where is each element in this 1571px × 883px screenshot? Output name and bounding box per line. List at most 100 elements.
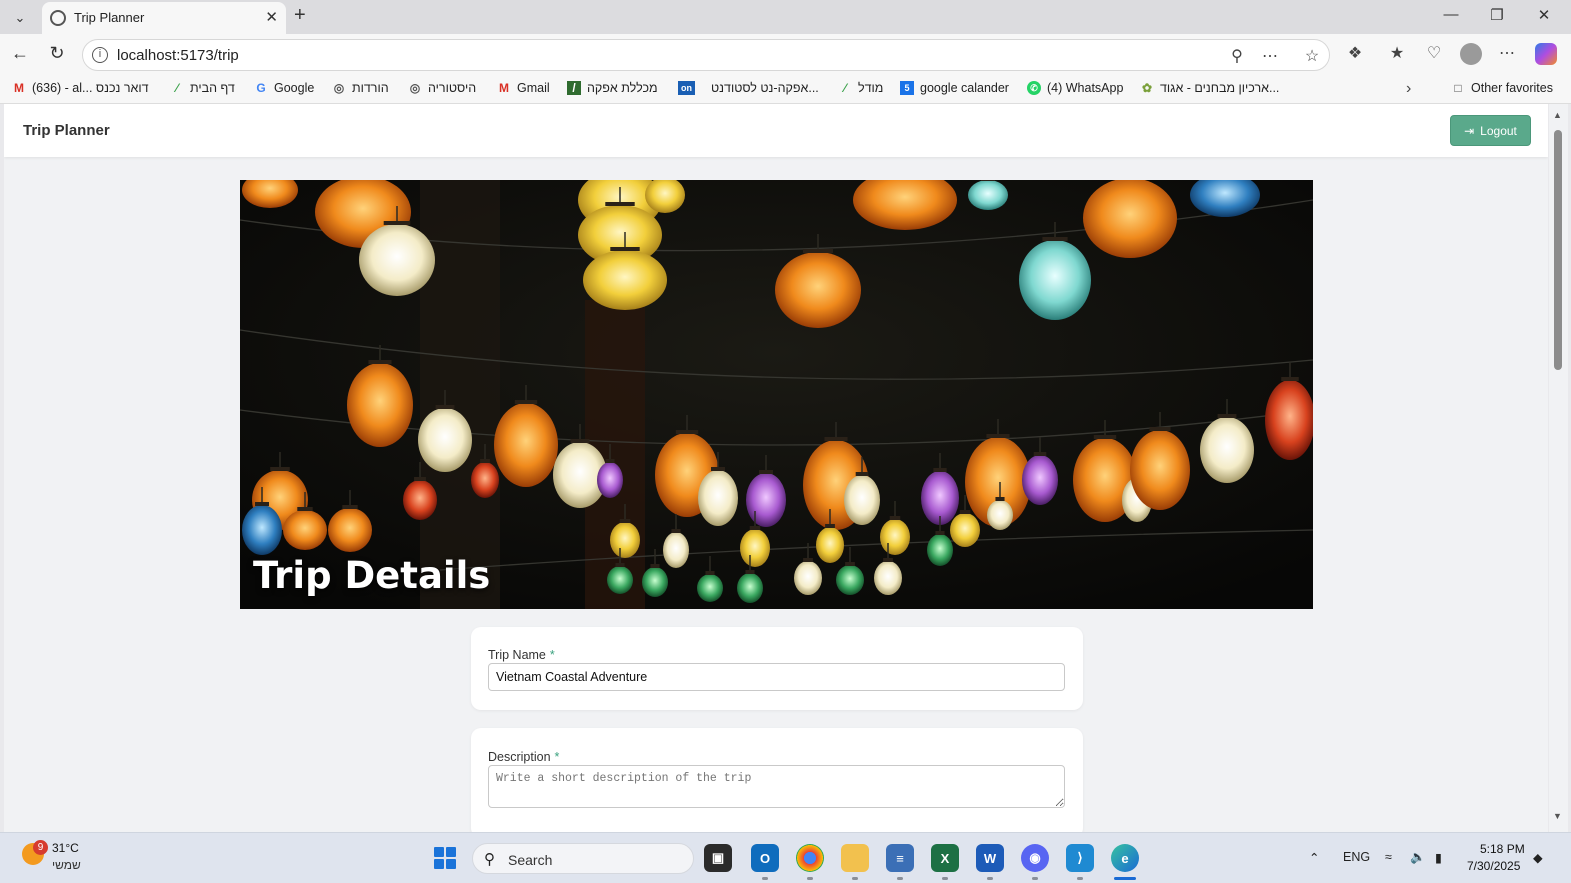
clock-time[interactable]: 5:18 PM xyxy=(1480,842,1525,856)
bookmark-item[interactable]: G Google xyxy=(254,81,314,95)
notepad-icon[interactable]: ≡ xyxy=(886,844,914,872)
notifications-bell-icon[interactable]: ◆ xyxy=(1533,850,1543,865)
lantern-cap xyxy=(845,562,855,566)
language-indicator[interactable]: ENG xyxy=(1343,850,1370,864)
reload-button[interactable]: ↻ xyxy=(44,43,70,64)
bookmarks-overflow-chevron-icon[interactable]: › xyxy=(1406,80,1411,98)
scroll-down-icon[interactable]: ▼ xyxy=(1553,811,1562,821)
site-info-icon[interactable]: i xyxy=(92,47,108,63)
lantern-shape xyxy=(471,462,499,498)
lantern-cap xyxy=(610,247,640,251)
bookmark-item[interactable]: ⁄ דף הבית xyxy=(170,81,235,95)
lantern-cap xyxy=(745,570,755,574)
weather-description[interactable]: שמשי xyxy=(52,858,81,872)
bookmark-item[interactable]: ◎ הורדות xyxy=(332,81,389,95)
bookmark-label: מודל xyxy=(858,81,884,95)
settings-more-icon[interactable]: ⋯ xyxy=(1495,43,1519,63)
lantern-cap xyxy=(824,437,848,441)
lantern-shape xyxy=(816,527,844,563)
bookmark-item[interactable]: / מכללת אפקה xyxy=(567,81,658,95)
favorite-star-icon[interactable]: ☆ xyxy=(1301,46,1323,66)
outlook-icon[interactable]: O xyxy=(751,844,779,872)
google-icon: G xyxy=(256,81,266,95)
bookmark-item[interactable]: ✿ ארכיון מבחנים - אגוד... xyxy=(1140,81,1279,95)
lantern-cap xyxy=(986,434,1010,438)
other-favorites-folder[interactable]: □ Other favorites xyxy=(1451,81,1553,95)
start-windows-icon[interactable] xyxy=(434,847,456,869)
scrollbar-thumb[interactable] xyxy=(1554,130,1562,370)
wifi-icon[interactable]: ≈ xyxy=(1385,850,1392,864)
logout-button[interactable]: ⇥ Logout xyxy=(1450,115,1531,146)
excel-icon[interactable]: X xyxy=(931,844,959,872)
favorites-icon[interactable]: ★ xyxy=(1385,43,1409,63)
other-favorites-label: Other favorites xyxy=(1471,81,1553,95)
zoom-icon[interactable]: ⚲ xyxy=(1226,46,1248,66)
task-view-icon[interactable]: ▣ xyxy=(704,844,732,872)
bookmark-item[interactable]: אפקה-נט לסטודנט... xyxy=(711,81,819,95)
vscode-icon[interactable]: ⟩ xyxy=(1066,844,1094,872)
edge-icon[interactable]: e xyxy=(1111,844,1139,872)
lantern-cap xyxy=(619,519,631,523)
tab-close-icon[interactable]: ✕ xyxy=(265,8,278,26)
app-brand[interactable]: Trip Planner xyxy=(23,122,110,139)
tab-actions-menu[interactable]: ⌄ xyxy=(8,7,32,29)
minimize-button[interactable]: — xyxy=(1428,6,1474,23)
hero-title: Trip Details xyxy=(253,554,491,597)
bookmark-label: Gmail xyxy=(517,81,550,95)
trip-name-input[interactable] xyxy=(488,663,1065,691)
back-button[interactable]: ← xyxy=(7,43,33,64)
chrome-icon[interactable] xyxy=(796,844,824,872)
tab-trip-planner[interactable]: Trip Planner ✕ xyxy=(42,2,286,34)
bookmark-item[interactable]: ◎ היסטוריה xyxy=(408,81,476,95)
page-scrollbar[interactable]: ▲ ▼ xyxy=(1549,104,1568,832)
scroll-up-icon[interactable]: ▲ xyxy=(1553,110,1562,120)
description-textarea[interactable] xyxy=(488,765,1065,808)
lantern-cap xyxy=(615,563,625,567)
clock-date[interactable]: 7/30/2025 xyxy=(1467,859,1520,873)
restore-button[interactable]: ❐ xyxy=(1474,6,1520,24)
bookmark-item[interactable]: 5 google calander xyxy=(900,81,1009,95)
lantern-shape xyxy=(775,252,861,328)
battery-icon[interactable]: ▮ xyxy=(1435,850,1442,865)
new-tab-button[interactable]: + xyxy=(294,4,306,27)
browser-essentials-icon[interactable]: ♡ xyxy=(1422,43,1446,63)
whatsapp-icon: ✆ xyxy=(1027,81,1041,95)
lantern-shape xyxy=(927,534,953,566)
lantern-cap xyxy=(368,360,392,364)
lantern-shape xyxy=(874,561,902,595)
bookmark-label: מכללת אפקה xyxy=(587,81,658,95)
bookmark-item[interactable]: on xyxy=(678,81,695,95)
copilot-icon[interactable] xyxy=(1535,43,1557,65)
close-window-button[interactable]: ✕ xyxy=(1521,6,1567,24)
volume-icon[interactable]: 🔈 xyxy=(1410,850,1426,865)
bookmark-label: Google xyxy=(274,81,315,95)
url-text[interactable]: localhost:5173/trip xyxy=(117,47,239,64)
lantern-shape xyxy=(359,224,435,296)
gmail-icon: M xyxy=(499,81,509,95)
bookmark-item[interactable]: M Gmail xyxy=(497,81,550,95)
moodle-leaf-icon: ⁄ xyxy=(843,81,846,95)
word-icon[interactable]: W xyxy=(976,844,1004,872)
windows-taskbar: 9 31°C שמשי ⚲ Search ▣ O ≡ X W ◉ ⟩ e ⌃ E… xyxy=(0,832,1571,883)
read-aloud-icon[interactable]: ⋯ xyxy=(1259,46,1281,66)
page-viewport: Trip Planner ⇥ Logout Trip Details Trip … xyxy=(4,104,1548,832)
bookmark-label: הורדות xyxy=(352,81,389,95)
lantern-cap xyxy=(270,467,290,471)
lantern-cap xyxy=(705,571,715,575)
tab-favicon-icon xyxy=(50,10,66,26)
logout-icon: ⇥ xyxy=(1464,123,1475,138)
bookmark-item[interactable]: M (636) - al... דואר נכנס xyxy=(12,81,149,95)
bookmark-item[interactable]: ✆ (4) WhatsApp xyxy=(1027,81,1123,95)
lantern-cap xyxy=(1149,427,1171,431)
afeka-icon: / xyxy=(567,81,581,95)
show-hidden-icons-chevron-icon[interactable]: ⌃ xyxy=(1309,850,1319,865)
lantern-shape xyxy=(737,573,763,603)
profile-avatar[interactable] xyxy=(1460,43,1482,65)
discord-icon[interactable]: ◉ xyxy=(1021,844,1049,872)
address-bar[interactable]: i localhost:5173/trip ⚲ ⋯ ☆ xyxy=(82,39,1330,71)
file-explorer-icon[interactable] xyxy=(841,844,869,872)
extensions-icon[interactable]: ❖ xyxy=(1343,43,1367,63)
taskbar-search[interactable]: ⚲ Search xyxy=(472,843,694,874)
weather-temperature[interactable]: 31°C xyxy=(52,841,79,855)
bookmark-item[interactable]: ⁄ מודל xyxy=(838,81,883,95)
